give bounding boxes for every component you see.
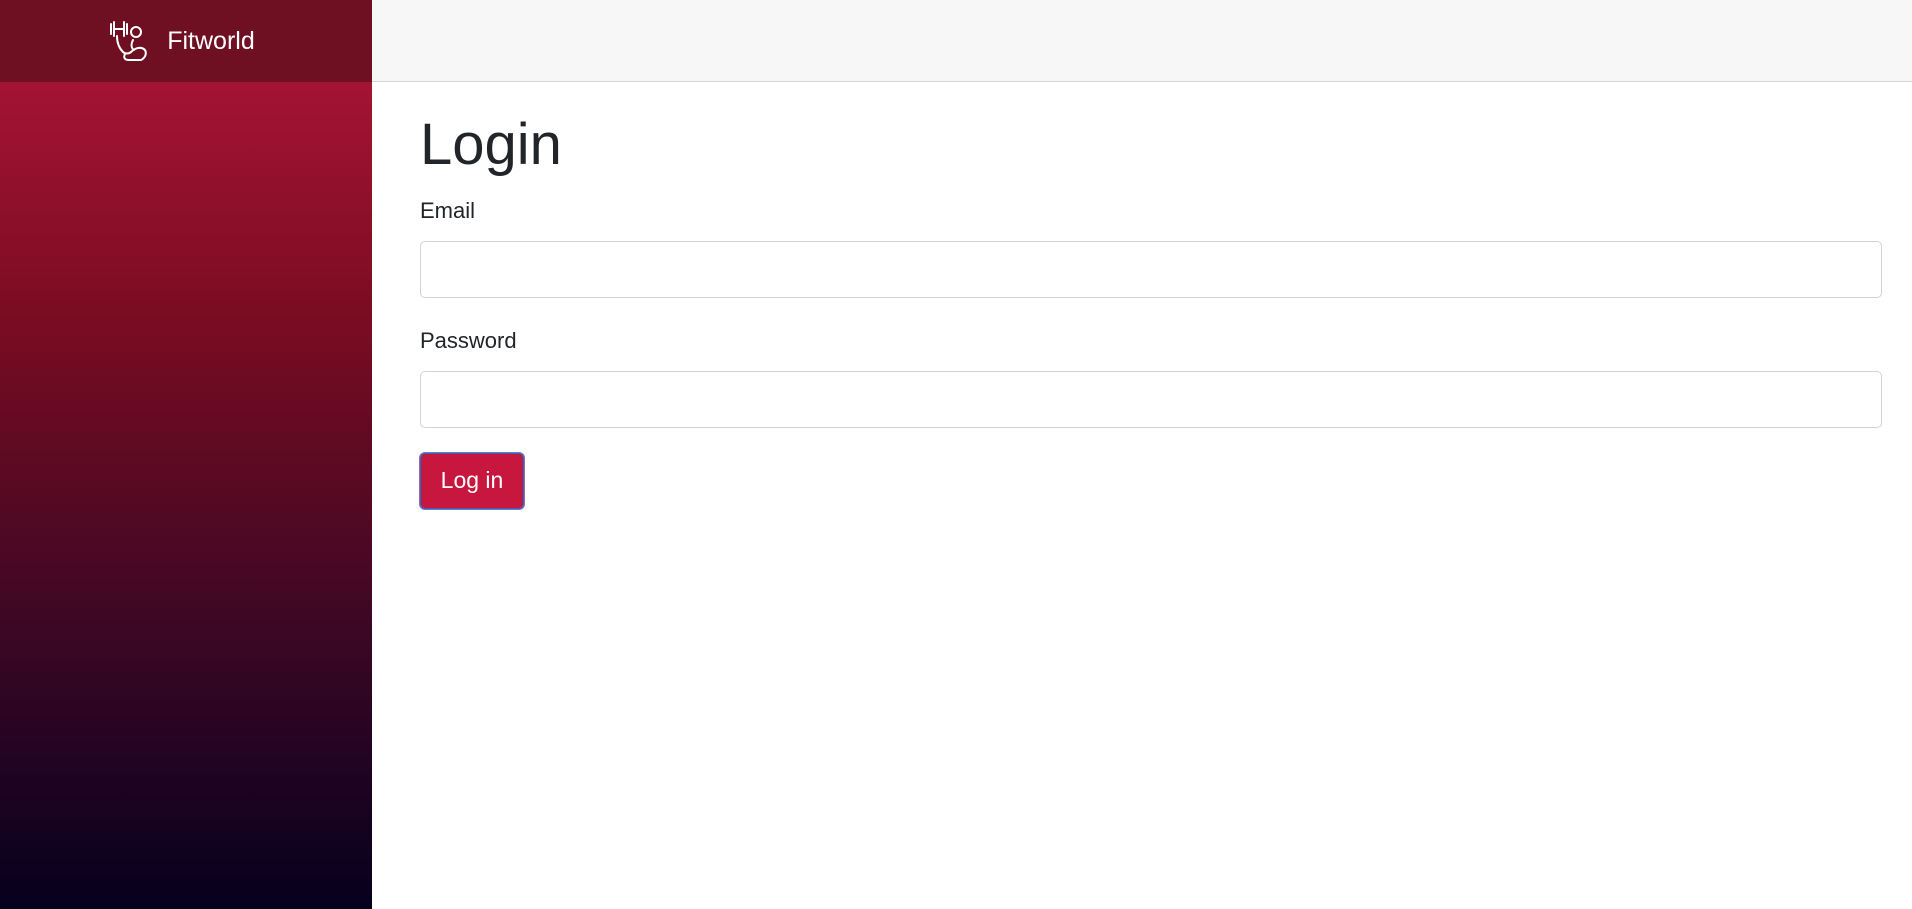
password-field[interactable]	[420, 370, 1882, 428]
brand-link[interactable]: Fitworld	[107, 18, 255, 64]
top-bar	[372, 0, 1912, 82]
brand-name[interactable]: Fitworld	[167, 27, 255, 56]
password-label: Password	[420, 327, 517, 353]
main-content: Login Email Password Log in	[420, 82, 1882, 509]
fitness-logo-icon	[107, 18, 153, 64]
login-button[interactable]: Log in	[420, 452, 524, 509]
sidebar: Fitworld	[0, 0, 372, 909]
brand-bar: Fitworld	[0, 0, 372, 82]
email-label: Email	[420, 197, 476, 223]
page-title: Login	[420, 112, 562, 177]
email-field[interactable]	[420, 240, 1882, 298]
